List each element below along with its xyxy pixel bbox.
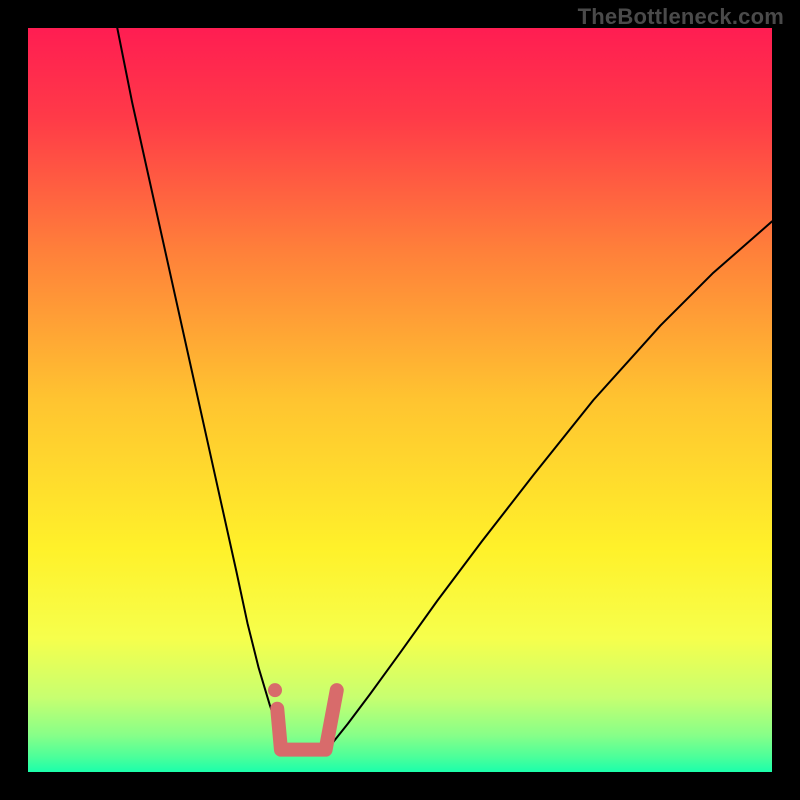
bottleneck-chart-container: TheBottleneck.com bbox=[0, 0, 800, 800]
marker-dot bbox=[268, 683, 282, 697]
watermark-text: TheBottleneck.com bbox=[578, 4, 784, 30]
plot-area bbox=[28, 28, 772, 772]
chart-svg bbox=[28, 28, 772, 772]
